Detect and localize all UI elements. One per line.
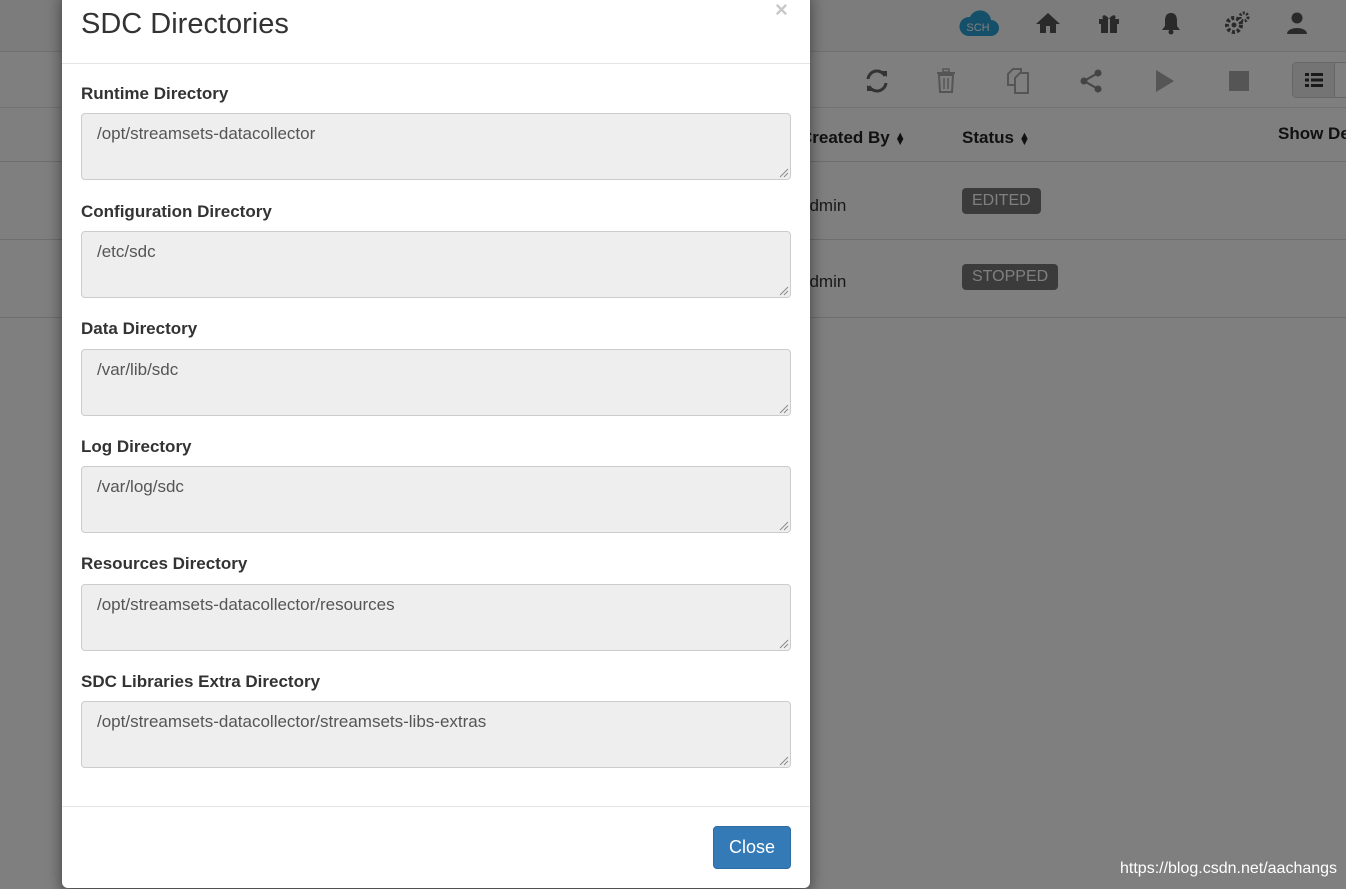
sdc-libraries-extra-directory-label: SDC Libraries Extra Directory xyxy=(81,672,321,691)
configuration-directory-field[interactable]: /etc/sdc xyxy=(81,231,791,298)
watermark-text: https://blog.csdn.net/aachangs xyxy=(1120,860,1338,877)
log-directory-label: Log Directory xyxy=(81,437,192,456)
resize-grip-icon[interactable] xyxy=(779,639,789,649)
sdc-libraries-extra-directory-field[interactable]: /opt/streamsets-datacollector/streamsets… xyxy=(81,701,791,768)
resize-grip-icon[interactable] xyxy=(779,168,789,178)
resize-grip-icon[interactable] xyxy=(779,521,789,531)
log-directory-field[interactable]: /var/log/sdc xyxy=(81,466,791,533)
data-directory-value: /var/lib/sdc xyxy=(97,360,179,379)
configuration-directory-value: /etc/sdc xyxy=(97,242,156,261)
data-directory-field[interactable]: /var/lib/sdc xyxy=(81,349,791,416)
resources-directory-value: /opt/streamsets-datacollector/resources xyxy=(97,595,395,614)
log-directory-value: /var/log/sdc xyxy=(97,477,184,496)
runtime-directory-field[interactable]: /opt/streamsets-datacollector xyxy=(81,113,791,180)
close-button[interactable]: Close xyxy=(713,826,791,869)
modal-title: SDC Directories xyxy=(81,8,289,40)
close-icon[interactable]: × xyxy=(775,0,788,22)
sdc-libraries-extra-directory-value: /opt/streamsets-datacollector/streamsets… xyxy=(97,712,487,731)
resize-grip-icon[interactable] xyxy=(779,286,789,296)
sdc-directories-modal: SDC Directories × Runtime Directory /opt… xyxy=(62,0,810,888)
runtime-directory-label: Runtime Directory xyxy=(81,84,229,103)
resize-grip-icon[interactable] xyxy=(779,404,789,414)
runtime-directory-value: /opt/streamsets-datacollector xyxy=(97,124,316,143)
data-directory-label: Data Directory xyxy=(81,319,198,338)
modal-footer: Close xyxy=(62,806,810,888)
resize-grip-icon[interactable] xyxy=(779,756,789,766)
resources-directory-field[interactable]: /opt/streamsets-datacollector/resources xyxy=(81,584,791,651)
modal-header: SDC Directories × xyxy=(62,0,810,64)
configuration-directory-label: Configuration Directory xyxy=(81,202,272,221)
resources-directory-label: Resources Directory xyxy=(81,554,248,573)
